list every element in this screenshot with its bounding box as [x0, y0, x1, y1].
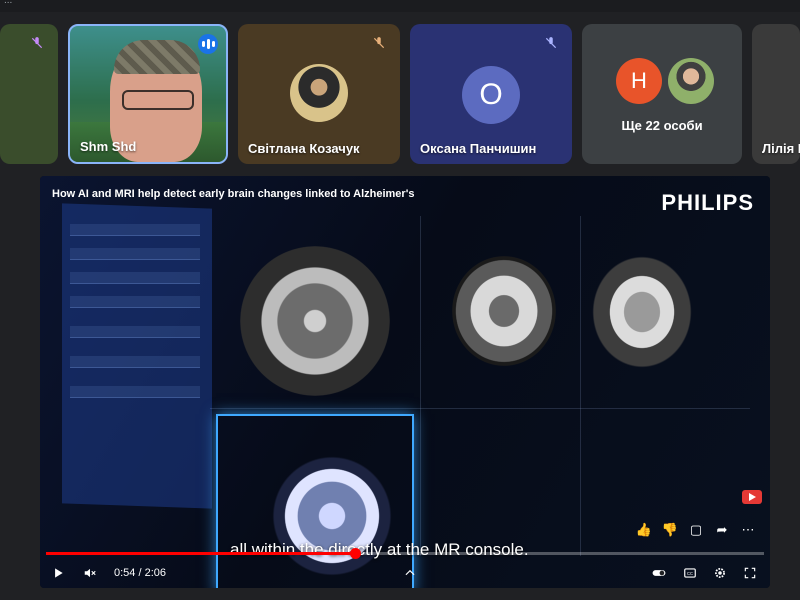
participant-tile-shm-shd[interactable]: Shm Shd: [68, 24, 228, 164]
svg-text:CC: CC: [687, 571, 693, 576]
window-title-fragment: ...: [4, 0, 13, 6]
more-participants-label: Ще 22 особи: [621, 118, 703, 133]
series-row: [70, 248, 200, 260]
shared-video-player[interactable]: How AI and MRI help detect early brain c…: [40, 176, 770, 588]
participant-name: Оксана Панчишин: [420, 141, 537, 156]
more-participants-tile[interactable]: H Ще 22 особи: [582, 24, 742, 164]
chevron-up-icon[interactable]: [400, 563, 420, 583]
series-row: [70, 272, 200, 284]
participant-name: Світлана Козачук: [248, 141, 360, 156]
viewport-divider: [210, 408, 750, 409]
volume-muted-icon[interactable]: [80, 563, 100, 583]
series-row: [70, 296, 200, 308]
captions-icon[interactable]: CC: [680, 563, 700, 583]
participant-glasses: [122, 90, 194, 110]
series-row: [70, 386, 200, 398]
series-row: [70, 326, 200, 338]
series-row: [70, 224, 200, 236]
player-controls: 0:54 / 2:06 CC: [40, 562, 770, 584]
mri-sagittal-image: [592, 256, 692, 368]
participant-tile-liliya[interactable]: Лілія М: [752, 24, 800, 164]
participant-name: Shm Shd: [80, 139, 137, 154]
participant-tile-svitlana[interactable]: Світлана Козачук: [238, 24, 400, 164]
fullscreen-icon[interactable]: [740, 563, 760, 583]
participant-tile-oksana[interactable]: O Оксана Панчишин: [410, 24, 572, 164]
time-display: 0:54 / 2:06: [114, 567, 166, 579]
series-row: [70, 356, 200, 368]
youtube-icon[interactable]: [742, 490, 762, 504]
mic-off-icon: [368, 32, 390, 54]
participant-name: Лілія М: [762, 141, 800, 156]
mic-off-icon: [26, 32, 48, 54]
window-topbar: ...: [0, 0, 800, 12]
avatar: [290, 64, 348, 122]
gear-icon[interactable]: [710, 563, 730, 583]
avatar: H: [616, 58, 662, 104]
progress-scrubber[interactable]: [349, 548, 361, 559]
like-icon[interactable]: 👍: [636, 522, 652, 538]
caption-text: all within the directly at the MR consol…: [230, 540, 529, 559]
comment-icon[interactable]: ▢: [688, 522, 704, 538]
video-action-bar: 👍 👎 ▢ ➦ ⋯: [636, 522, 756, 538]
video-title[interactable]: How AI and MRI help detect early brain c…: [52, 188, 414, 200]
progress-bar[interactable]: [46, 548, 764, 559]
mic-off-icon: [540, 32, 562, 54]
viewport-divider: [580, 216, 581, 556]
share-icon[interactable]: ➦: [714, 522, 730, 538]
progress-fill: [46, 552, 355, 555]
speaking-indicator-icon: [198, 34, 218, 54]
brand-logo: PHILIPS: [661, 190, 754, 215]
mri-axial-image: [452, 256, 556, 366]
more-icon[interactable]: ⋯: [740, 522, 756, 538]
autoplay-toggle-icon[interactable]: [648, 563, 670, 583]
dislike-icon[interactable]: 👎: [662, 522, 678, 538]
participant-hat: [114, 40, 200, 74]
participant-tile-1[interactable]: [0, 24, 58, 164]
viewport-divider: [420, 216, 421, 556]
avatar: [668, 58, 714, 104]
play-icon[interactable]: [48, 563, 68, 583]
avatar: O: [462, 66, 520, 124]
mri-sagittal-image: [240, 246, 390, 396]
